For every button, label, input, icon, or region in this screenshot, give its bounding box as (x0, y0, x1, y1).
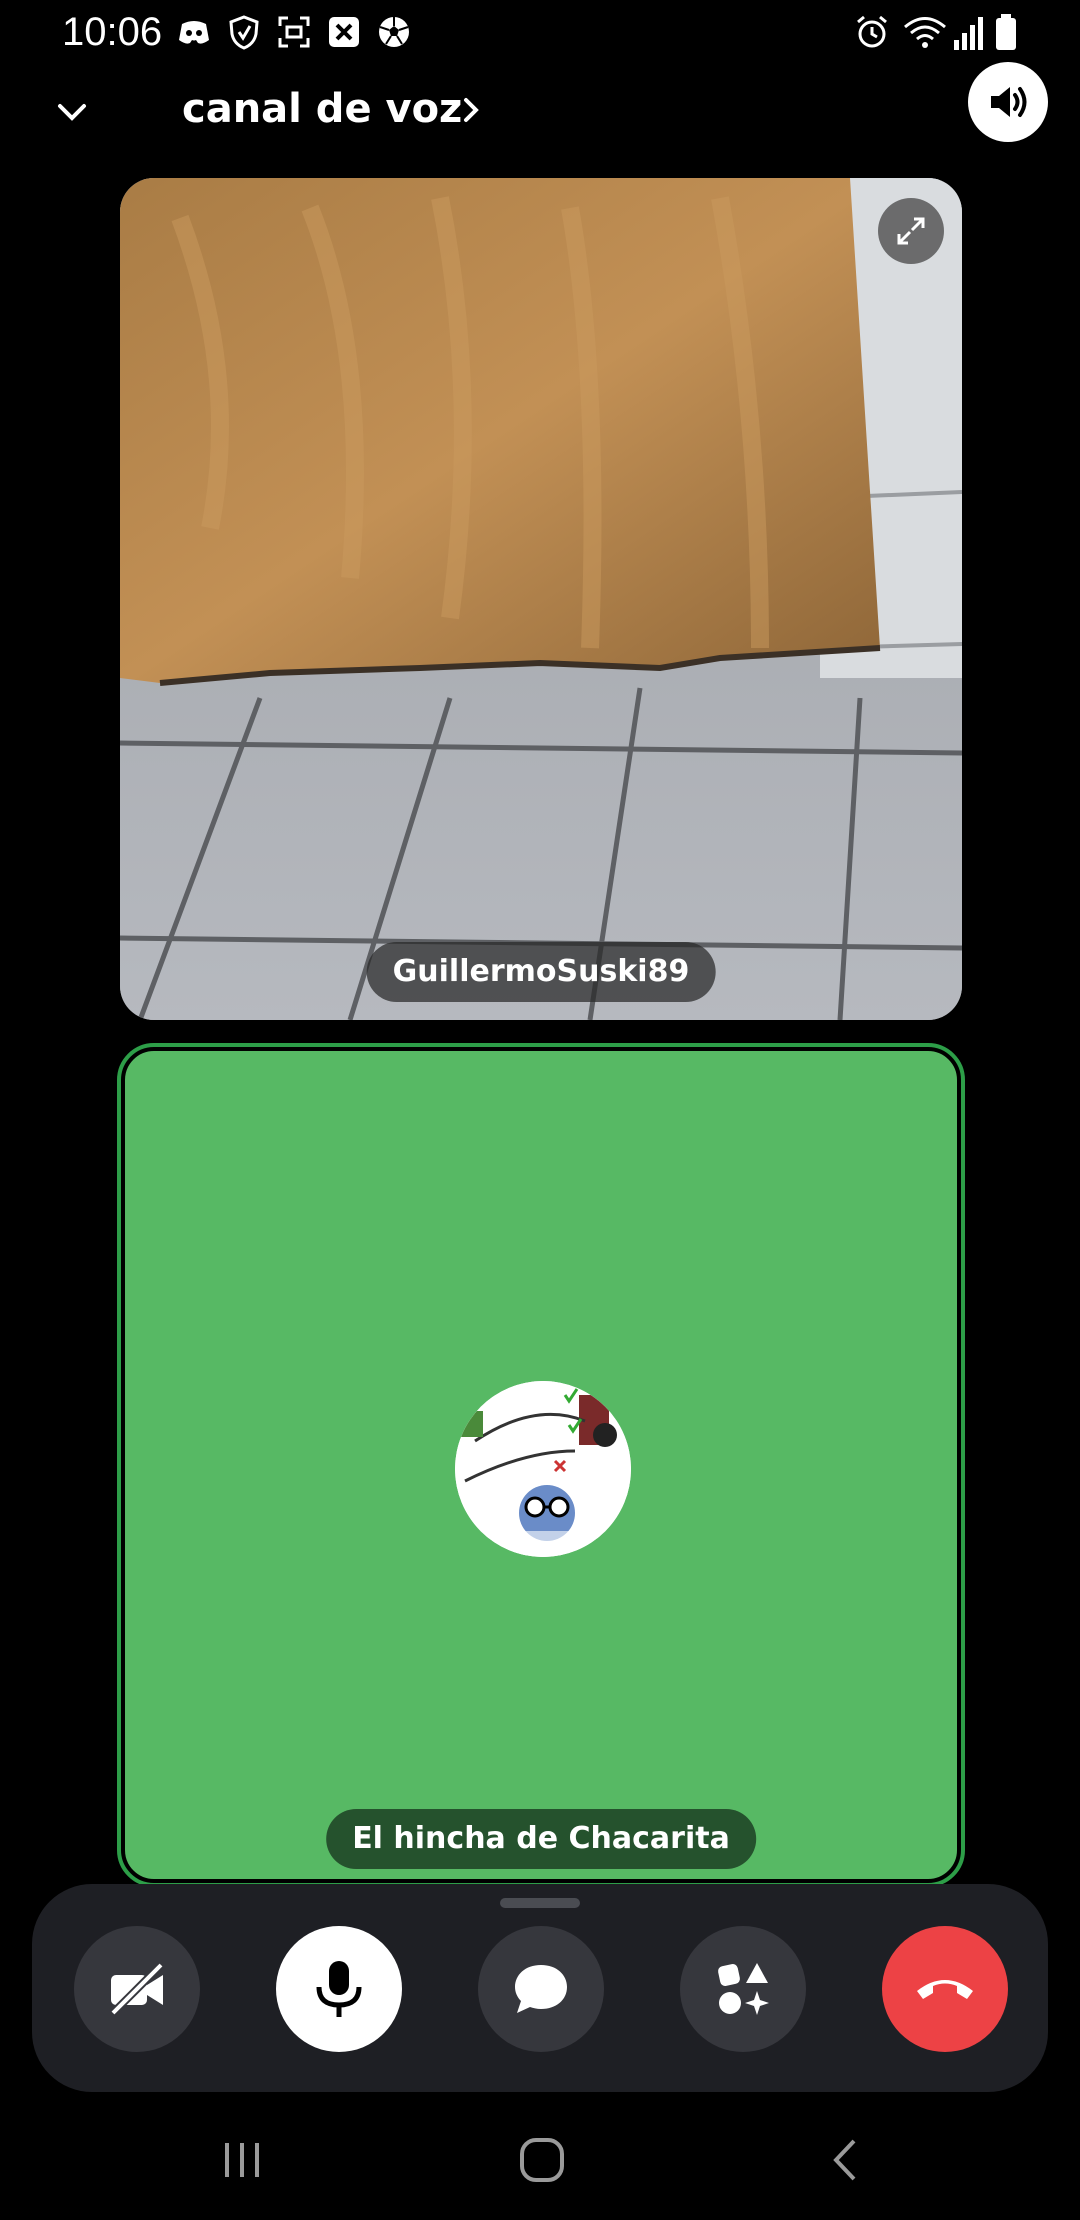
channel-title[interactable]: canal de voz (182, 86, 462, 132)
avatar-image (455, 1381, 631, 1557)
expand-icon (897, 217, 925, 245)
speaker-output-button[interactable] (968, 62, 1048, 142)
expand-video-button[interactable] (878, 198, 944, 264)
participant-name-label: GuillermoSuski89 (366, 942, 716, 1002)
hang-up-icon (917, 1980, 973, 1999)
soccer-ball-icon (379, 17, 409, 47)
chevron-right-icon[interactable] (456, 92, 486, 128)
screen-record-icon (278, 16, 310, 48)
home-icon (520, 2138, 564, 2182)
status-bar: 10:06 (0, 0, 1080, 66)
camera-toggle-button[interactable] (74, 1926, 200, 2052)
system-nav-bar (0, 2110, 1080, 2220)
close-box-icon (329, 17, 359, 47)
recents-icon (225, 2143, 259, 2177)
back-button[interactable] (816, 2130, 876, 2190)
activities-icon (718, 1963, 769, 2015)
chat-bubble-icon (515, 1965, 567, 2013)
signal-icon (954, 17, 983, 50)
call-header: canal de voz (0, 70, 1080, 170)
disconnect-button[interactable] (882, 1926, 1008, 2052)
status-time: 10:06 (62, 10, 163, 54)
alarm-icon (857, 15, 887, 48)
participant-name-label: El hincha de Chacarita (326, 1809, 756, 1869)
video-off-icon (110, 1962, 164, 2016)
wifi-icon (904, 17, 946, 48)
microphone-icon (316, 1961, 362, 2017)
drawer-handle[interactable] (500, 1898, 580, 1908)
call-controls-bar (32, 1884, 1048, 2092)
speaker-icon (991, 87, 1027, 117)
shield-hand-icon (229, 15, 259, 50)
discord-icon (179, 21, 209, 44)
participant-video-tile[interactable]: GuillermoSuski89 (120, 178, 962, 1020)
chat-button[interactable] (478, 1926, 604, 2052)
recents-button[interactable] (212, 2130, 272, 2190)
video-feed (120, 178, 962, 1020)
microphone-button[interactable] (276, 1926, 402, 2052)
back-icon (833, 2139, 856, 2181)
participant-avatar (455, 1381, 631, 1557)
participant-avatar-tile[interactable]: El hincha de Chacarita (117, 1043, 965, 1887)
chevron-down-icon[interactable] (52, 92, 92, 132)
activities-button[interactable] (680, 1926, 806, 2052)
home-button[interactable] (512, 2130, 572, 2190)
battery-icon (996, 14, 1016, 50)
